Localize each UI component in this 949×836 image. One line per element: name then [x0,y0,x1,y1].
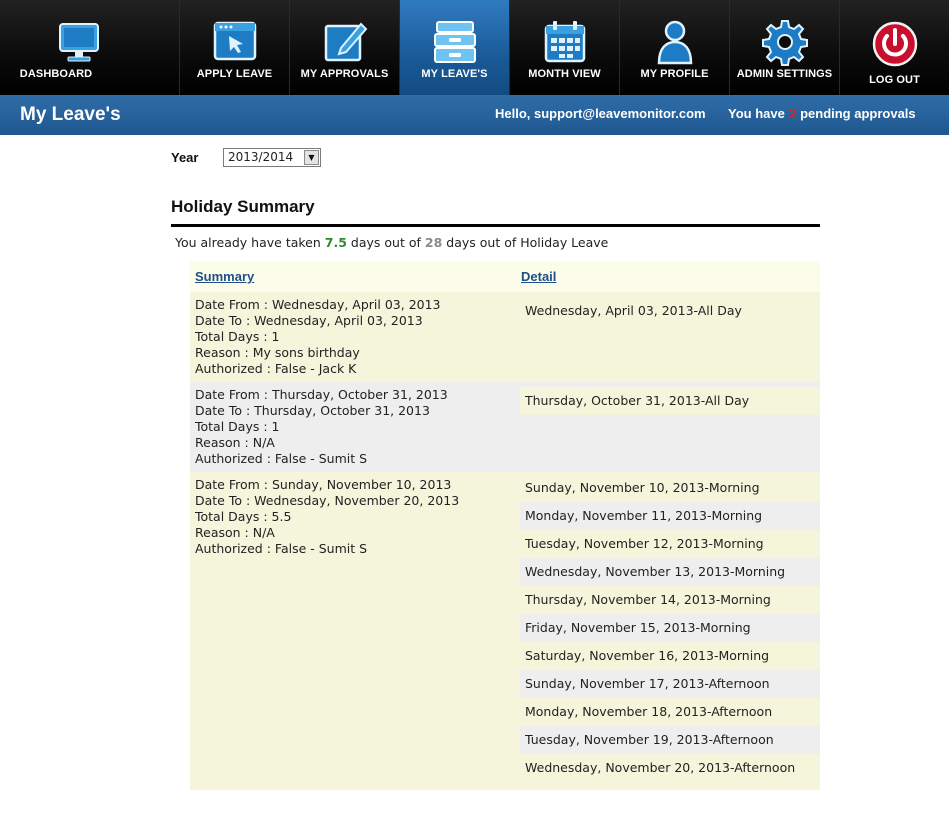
pencil-edit-icon [324,22,367,62]
leave-group: Date From : Thursday, October 31, 2013 D… [190,382,820,472]
leave-table: Summary Detail Date From : Wednesday, Ap… [190,261,820,790]
taken-days-value: 7.5 [324,235,347,250]
nav-admin-settings[interactable]: ADMIN SETTINGS [730,0,840,95]
detail-row: Wednesday, November 20, 2013-Afternoon [520,754,820,782]
apply-window-icon [213,21,256,61]
monitor-icon [59,23,99,62]
summary-line: Date To : Wednesday, November 20, 2013 [195,493,460,508]
table-header: Summary Detail [190,261,820,292]
summary-line: Date From : Thursday, October 31, 2013 [195,387,448,402]
summary-column-header[interactable]: Summary [195,269,254,284]
detail-column-header[interactable]: Detail [521,269,556,284]
nav-label: MY PROFILE [640,68,709,80]
title-bar: My Leave's Hello, support@leavemonitor.c… [0,95,949,135]
detail-row: Thursday, November 14, 2013-Morning [520,586,820,614]
year-label: Year [171,150,199,165]
nav-apply-leave[interactable]: APPLY LEAVE [180,0,290,95]
summary-line: Total Days : 5.5 [195,509,292,524]
nav-label: MY LEAVE'S [421,68,488,80]
leave-detail-cell: Sunday, November 10, 2013-Morning Monday… [520,474,820,782]
detail-row: Thursday, October 31, 2013-All Day [520,387,820,415]
detail-row: Wednesday, April 03, 2013-All Day [525,303,742,318]
page-title: My Leave's [20,104,121,125]
leave-detail-cell: Wednesday, April 03, 2013-All Day [520,292,820,325]
nav-my-profile[interactable]: MY PROFILE [620,0,730,95]
year-selected-value: 2013/2014 [228,150,294,164]
nav-label: DASHBOARD [19,68,93,80]
pending-approvals-notice[interactable]: You have 2 pending approvals [728,106,916,121]
archive-box-icon [433,21,476,63]
leave-summary-cell: Date From : Wednesday, April 03, 2013 Da… [190,292,520,382]
summary-line: Date To : Thursday, October 31, 2013 [195,403,430,418]
summary-line: Reason : My sons birthday [195,345,360,360]
year-select[interactable]: 2013/2014 ▼ [223,148,321,167]
nav-label: MY APPROVALS [300,68,389,80]
section-divider [171,224,820,227]
nav-label: MONTH VIEW [528,68,601,80]
summary-line: Date To : Wednesday, April 03, 2013 [195,313,423,328]
summary-line: Authorized : False - Jack K [195,361,357,376]
user-greeting: Hello, support@leavemonitor.com [495,106,706,121]
detail-row: Wednesday, November 13, 2013-Morning [520,558,820,586]
section-title: Holiday Summary [171,197,315,216]
summary-line: Reason : N/A [195,525,275,540]
detail-row: Monday, November 18, 2013-Afternoon [520,698,820,726]
detail-row: Tuesday, November 12, 2013-Morning [520,530,820,558]
power-icon [872,21,917,67]
gear-icon [761,20,808,66]
user-icon [657,20,692,65]
leave-detail-cell: Thursday, October 31, 2013-All Day [520,382,820,415]
leave-group: Date From : Wednesday, April 03, 2013 Da… [190,292,820,382]
detail-row: Saturday, November 16, 2013-Morning [520,642,820,670]
detail-row: Friday, November 15, 2013-Morning [520,614,820,642]
detail-row: Sunday, November 17, 2013-Afternoon [520,670,820,698]
leave-taken-summary: You already have taken 7.5 days out of 2… [175,235,608,250]
summary-line: Authorized : False - Sumit S [195,451,368,466]
summary-line: Date From : Sunday, November 10, 2013 [195,477,452,492]
taken-prefix: You already have taken [175,235,321,250]
pending-count: 2 [788,106,797,121]
detail-row: Sunday, November 10, 2013-Morning [520,474,820,502]
summary-line: Reason : N/A [195,435,275,450]
nav-my-leaves[interactable]: MY LEAVE'S [400,0,510,95]
calendar-icon [544,21,585,63]
leave-summary-cell: Date From : Sunday, November 10, 2013 Da… [190,472,520,790]
dropdown-arrow-icon[interactable]: ▼ [304,150,319,165]
nav-dashboard[interactable]: DASHBOARD [0,0,180,95]
detail-row: Tuesday, November 19, 2013-Afternoon [520,726,820,754]
nav-label: APPLY LEAVE [196,68,273,80]
top-navigation: DASHBOARD APPLY LEAVE MY APPROVALS MY LE… [0,0,949,95]
detail-row: Monday, November 11, 2013-Morning [520,502,820,530]
summary-line: Date From : Wednesday, April 03, 2013 [195,297,441,312]
summary-line: Total Days : 1 [195,419,280,434]
summary-line: Total Days : 1 [195,329,280,344]
nav-label: LOG OUT [869,74,920,86]
taken-suffix: days out of Holiday Leave [446,235,609,250]
taken-mid: days out of [350,235,421,250]
leave-summary-cell: Date From : Thursday, October 31, 2013 D… [190,382,520,472]
nav-month-view[interactable]: MONTH VIEW [510,0,620,95]
pending-suffix: pending approvals [800,106,916,121]
summary-line: Authorized : False - Sumit S [195,541,368,556]
pending-prefix: You have [728,106,785,121]
total-days-value: 28 [424,235,443,250]
nav-label: ADMIN SETTINGS [736,68,833,80]
nav-log-out[interactable]: LOG OUT [840,0,949,95]
leave-group: Date From : Sunday, November 10, 2013 Da… [190,472,820,790]
nav-my-approvals[interactable]: MY APPROVALS [290,0,400,95]
